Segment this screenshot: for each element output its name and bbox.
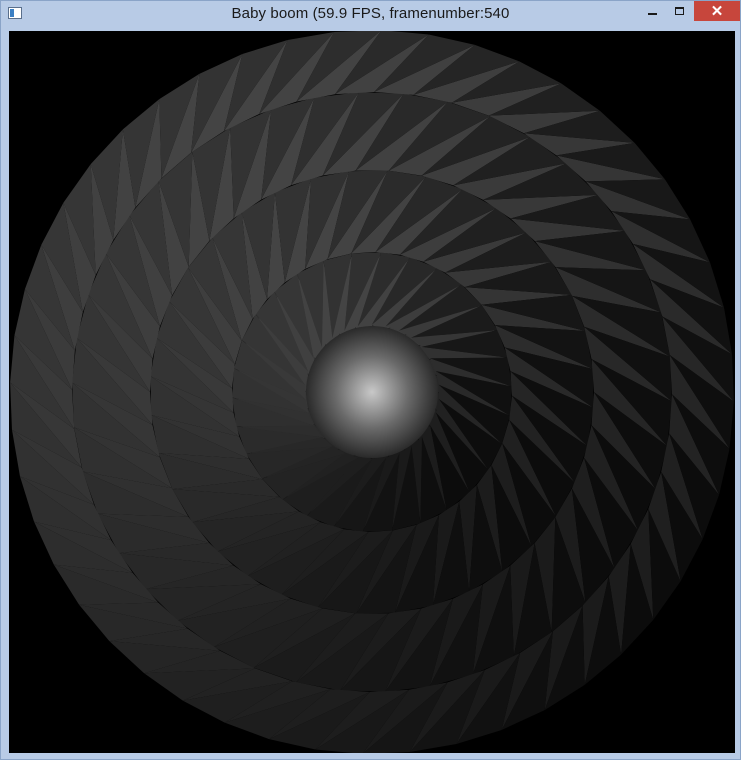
maximize-icon	[674, 7, 684, 15]
close-icon: ✕	[710, 3, 724, 20]
maximize-button[interactable]	[668, 1, 690, 21]
title-bar[interactable]: Baby boom (59.9 FPS, framenumber:540 ✕	[1, 1, 740, 28]
spiral-disc-render	[10, 31, 734, 753]
app-window: Baby boom (59.9 FPS, framenumber:540 ✕	[0, 0, 741, 760]
window-title: Baby boom (59.9 FPS, framenumber:540	[231, 5, 510, 22]
minimize-icon	[647, 13, 657, 15]
close-button[interactable]: ✕	[694, 1, 740, 21]
center-sphere	[306, 326, 438, 458]
minimize-button[interactable]	[641, 1, 663, 21]
render-canvas[interactable]	[9, 31, 735, 753]
